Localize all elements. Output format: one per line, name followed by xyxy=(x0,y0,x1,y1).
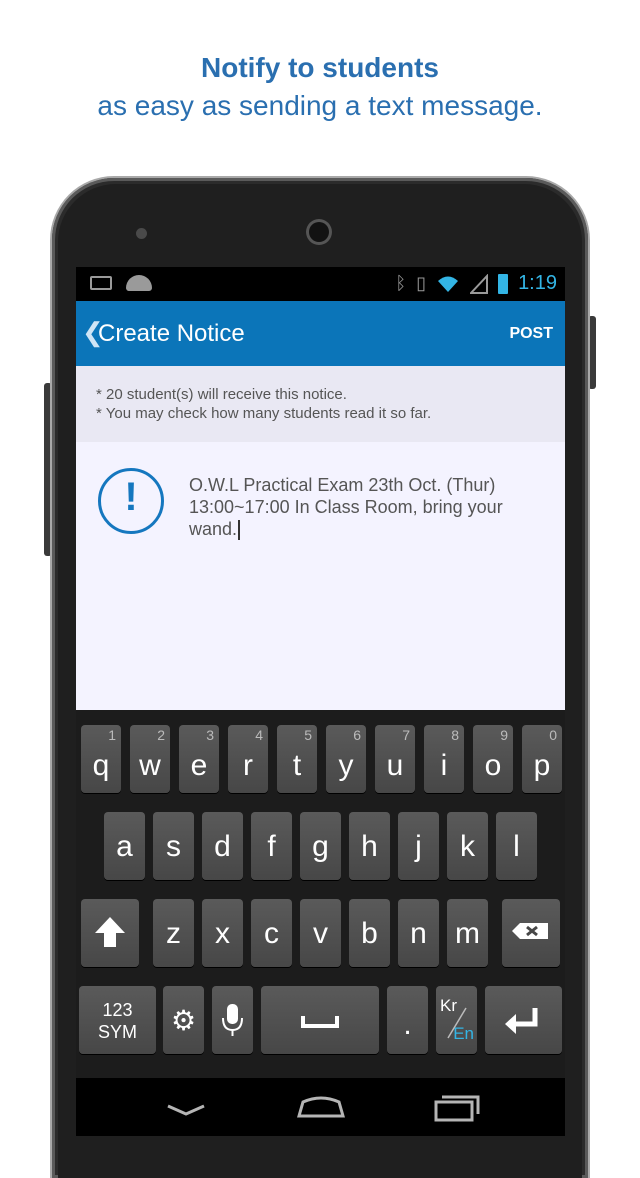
key-v[interactable]: v xyxy=(300,899,341,967)
backspace-key[interactable] xyxy=(502,899,560,967)
soft-keyboard: 1q 2w 3e 4r 5t 6y 7u 8i 9o 0p a s d f g … xyxy=(76,710,565,1078)
backspace-icon xyxy=(512,923,548,939)
language-switch-key[interactable]: Kr En xyxy=(436,986,477,1054)
shift-key[interactable] xyxy=(81,899,139,967)
navigation-bar xyxy=(76,1078,565,1136)
front-camera xyxy=(306,219,332,245)
text-cursor xyxy=(238,520,241,541)
post-button[interactable]: POST xyxy=(509,325,553,343)
key-y[interactable]: 6y xyxy=(326,725,366,793)
key-h[interactable]: h xyxy=(349,812,390,880)
home-nav-icon[interactable] xyxy=(295,1092,347,1120)
notice-text-input[interactable]: O.W.L Practical Exam 23th Oct. (Thur) 13… xyxy=(189,474,539,541)
key-w[interactable]: 2w xyxy=(130,725,170,793)
key-q[interactable]: 1q xyxy=(81,725,121,793)
enter-arrow-icon xyxy=(505,1008,538,1034)
clock: 1:19 xyxy=(518,272,557,294)
key-z[interactable]: z xyxy=(153,899,194,967)
key-d[interactable]: d xyxy=(202,812,243,880)
period-key[interactable]: . xyxy=(387,986,428,1054)
vibrate-icon: ▯ xyxy=(416,273,427,293)
promo-headline: Notify to students xyxy=(201,52,439,83)
read-tracking-text: * You may check how many students read i… xyxy=(96,405,432,422)
space-bar-icon xyxy=(301,1016,339,1028)
screen-title[interactable]: Create Notice xyxy=(98,320,245,348)
notice-compose-area[interactable]: ! O.W.L Practical Exam 23th Oct. (Thur) … xyxy=(76,442,565,710)
key-e[interactable]: 3e xyxy=(179,725,219,793)
back-nav-icon[interactable] xyxy=(164,1100,208,1120)
key-r[interactable]: 4r xyxy=(228,725,268,793)
android-debug-icon xyxy=(126,275,152,291)
space-key[interactable] xyxy=(261,986,379,1054)
key-u[interactable]: 7u xyxy=(375,725,415,793)
key-o[interactable]: 9o xyxy=(473,725,513,793)
enter-key[interactable] xyxy=(485,986,562,1054)
signal-icon xyxy=(470,273,489,294)
promo-subheadline: as easy as sending a text message. xyxy=(97,90,543,121)
key-s[interactable]: s xyxy=(153,812,194,880)
key-c[interactable]: c xyxy=(251,899,292,967)
status-bar: ᛒ ▯ 1:19 xyxy=(76,267,565,301)
key-k[interactable]: k xyxy=(447,812,488,880)
language-divider-icon xyxy=(447,1007,467,1039)
key-g[interactable]: g xyxy=(300,812,341,880)
key-j[interactable]: j xyxy=(398,812,439,880)
key-x[interactable]: x xyxy=(202,899,243,967)
action-bar: ❮ Create Notice POST xyxy=(76,301,565,366)
keyboard-icon xyxy=(90,276,112,290)
wifi-icon xyxy=(438,276,459,292)
shift-arrow-icon xyxy=(95,917,125,947)
recipient-info: * 20 student(s) will receive this notice… xyxy=(76,366,565,442)
exclamation-circle-icon: ! xyxy=(98,468,164,534)
settings-key[interactable]: ⚙ xyxy=(163,986,204,1054)
voice-input-key[interactable] xyxy=(212,986,253,1054)
recipient-count-text: * 20 student(s) will receive this notice… xyxy=(96,386,347,403)
symbols-key[interactable]: 123 SYM xyxy=(79,986,156,1054)
microphone-icon xyxy=(222,1004,243,1036)
recent-apps-nav-icon[interactable] xyxy=(432,1092,482,1122)
key-n[interactable]: n xyxy=(398,899,439,967)
phone-volume-button xyxy=(44,383,52,556)
bluetooth-icon: ᛒ xyxy=(395,273,407,293)
gear-icon: ⚙ xyxy=(170,1005,197,1036)
phone-power-button xyxy=(588,316,596,389)
phone-screen: ᛒ ▯ 1:19 ❮ Create Notice POST * 20 stude… xyxy=(76,267,565,1136)
battery-icon xyxy=(498,273,509,294)
key-i[interactable]: 8i xyxy=(424,725,464,793)
key-t[interactable]: 5t xyxy=(277,725,317,793)
key-b[interactable]: b xyxy=(349,899,390,967)
key-a[interactable]: a xyxy=(104,812,145,880)
key-m[interactable]: m xyxy=(447,899,488,967)
key-f[interactable]: f xyxy=(251,812,292,880)
key-p[interactable]: 0p xyxy=(522,725,562,793)
phone-sensor xyxy=(136,228,147,239)
key-l[interactable]: l xyxy=(496,812,537,880)
